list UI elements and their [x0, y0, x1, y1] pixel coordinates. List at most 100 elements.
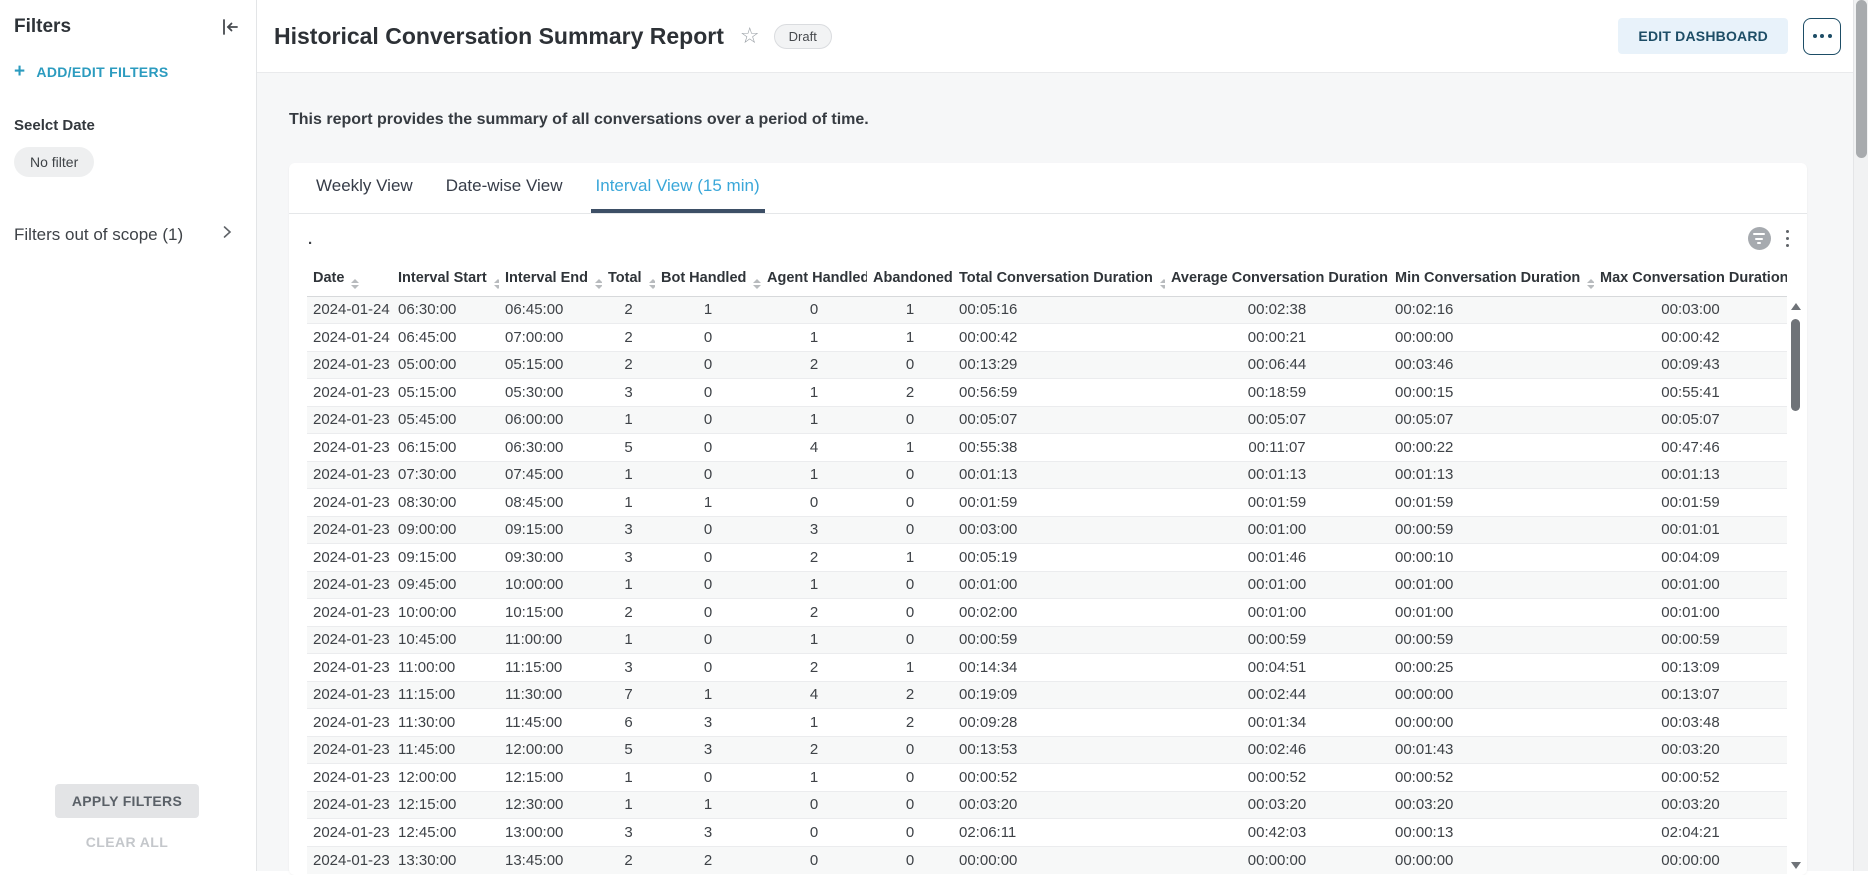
page-title: Historical Conversation Summary Report — [274, 23, 724, 50]
scrollbar-down-icon[interactable] — [1791, 862, 1801, 869]
table-cell: 1 — [602, 764, 655, 792]
table-cell: 00:00:00 — [1165, 846, 1389, 874]
table-cell: 0 — [867, 489, 953, 517]
column-header-min-conversation-duration[interactable]: Min Conversation Duration — [1389, 263, 1594, 296]
table-cell: 00:01:00 — [1594, 599, 1787, 627]
table-cell: 0 — [867, 736, 953, 764]
sort-icon[interactable] — [649, 279, 655, 289]
column-header-abandoned[interactable]: Abandoned — [867, 263, 953, 296]
kebab-menu-icon[interactable] — [1782, 228, 1794, 250]
apply-filters-button[interactable]: APPLY FILTERS — [55, 784, 199, 818]
table-scrollbar-thumb[interactable] — [1791, 319, 1800, 411]
table-cell: 00:03:20 — [1389, 791, 1594, 819]
column-header-total[interactable]: Total — [602, 263, 655, 296]
column-header-average-conversation-duration[interactable]: Average Conversation Duration — [1165, 263, 1389, 296]
column-header-interval-start[interactable]: Interval Start — [392, 263, 499, 296]
table-cell: 00:13:07 — [1594, 681, 1787, 709]
table-cell: 2 — [761, 599, 867, 627]
table-cell: 00:05:07 — [953, 406, 1165, 434]
table-cell: 1 — [602, 461, 655, 489]
table-cell: 05:00:00 — [392, 351, 499, 379]
column-header-date[interactable]: Date — [307, 263, 392, 296]
table-cell: 00:00:22 — [1389, 434, 1594, 462]
collapse-sidebar-icon[interactable] — [220, 17, 240, 37]
table-cell: 12:00:00 — [392, 764, 499, 792]
edit-dashboard-button[interactable]: EDIT DASHBOARD — [1618, 18, 1788, 54]
table-cell: 13:30:00 — [392, 846, 499, 874]
table-row: 2024-01-2307:30:0007:45:00101000:01:1300… — [307, 461, 1787, 489]
table-cell: 09:00:00 — [392, 516, 499, 544]
table-cell: 10:45:00 — [392, 626, 499, 654]
column-label: Agent Handled — [767, 270, 867, 286]
table-cell: 3 — [655, 819, 761, 847]
table-cell: 00:01:59 — [1389, 489, 1594, 517]
sort-icon[interactable] — [1160, 279, 1165, 289]
table-cell: 00:00:21 — [1165, 324, 1389, 352]
column-header-interval-end[interactable]: Interval End — [499, 263, 602, 296]
table-cell: 00:03:00 — [953, 516, 1165, 544]
table-cell: 00:03:20 — [1165, 791, 1389, 819]
clear-all-button[interactable]: CLEAR ALL — [86, 834, 168, 850]
sort-icon[interactable] — [351, 279, 359, 289]
more-options-button[interactable] — [1803, 18, 1841, 55]
table-cell: 00:56:59 — [953, 379, 1165, 407]
filters-out-of-scope-row[interactable]: Filters out of scope (1) — [14, 223, 240, 246]
favorite-star-icon[interactable]: ☆ — [740, 25, 760, 47]
column-header-agent-handled[interactable]: Agent Handled — [761, 263, 867, 296]
column-label: Interval Start — [398, 270, 487, 286]
table-cell: 00:01:00 — [1594, 571, 1787, 599]
window-scrollbar[interactable] — [1853, 0, 1868, 871]
table-row: 2024-01-2308:30:0008:45:00110000:01:5900… — [307, 489, 1787, 517]
table-cell: 1 — [602, 489, 655, 517]
table-cell: 3 — [602, 379, 655, 407]
sort-icon[interactable] — [1587, 279, 1594, 289]
table-cell: 00:00:00 — [1389, 324, 1594, 352]
tab-interval-view-15-min[interactable]: Interval View (15 min) — [591, 163, 765, 213]
tab-weekly-view[interactable]: Weekly View — [311, 163, 418, 213]
table-cell: 00:01:00 — [953, 571, 1165, 599]
table-scrollbar[interactable] — [1789, 297, 1802, 873]
table-cell: 2 — [602, 296, 655, 324]
table-cell: 00:05:07 — [1165, 406, 1389, 434]
sort-icon[interactable] — [595, 279, 602, 289]
filters-sidebar: Filters + ADD/EDIT FILTERS Seelct Date N… — [0, 0, 257, 871]
sort-icon[interactable] — [494, 279, 499, 289]
table-cell: 00:00:25 — [1389, 654, 1594, 682]
table-cell: 09:30:00 — [499, 544, 602, 572]
table-scrollbar-track[interactable] — [1791, 317, 1800, 855]
table-cell: 2 — [761, 654, 867, 682]
table-filter-icon[interactable] — [1748, 227, 1771, 250]
table-cell: 07:30:00 — [392, 461, 499, 489]
scrollbar-up-icon[interactable] — [1791, 303, 1801, 310]
table-cell: 00:02:46 — [1165, 736, 1389, 764]
table-cell: 00:01:00 — [1165, 516, 1389, 544]
window-scrollbar-thumb[interactable] — [1856, 0, 1867, 158]
table-cell: 00:01:34 — [1165, 709, 1389, 737]
table-cell: 2024-01-23 — [307, 379, 392, 407]
sort-icon[interactable] — [753, 279, 761, 289]
table-cell: 06:15:00 — [392, 434, 499, 462]
table-cell: 0 — [655, 434, 761, 462]
chevron-right-icon — [220, 223, 234, 246]
table-cell: 2024-01-23 — [307, 516, 392, 544]
add-edit-filters-button[interactable]: + ADD/EDIT FILTERS — [14, 62, 240, 81]
table-cell: 1 — [867, 324, 953, 352]
tab-date-wise-view[interactable]: Date-wise View — [441, 163, 568, 213]
column-header-max-conversation-duration[interactable]: Max Conversation Duration — [1594, 263, 1787, 296]
table-cell: 6 — [602, 709, 655, 737]
table-cell: 3 — [602, 544, 655, 572]
table-row: 2024-01-2305:00:0005:15:00202000:13:2900… — [307, 351, 1787, 379]
filter-section-label: Seelct Date — [14, 117, 240, 134]
column-header-bot-handled[interactable]: Bot Handled — [655, 263, 761, 296]
column-header-total-conversation-duration[interactable]: Total Conversation Duration — [953, 263, 1165, 296]
date-filter-chip[interactable]: No filter — [14, 147, 94, 177]
table-cell: 2024-01-23 — [307, 846, 392, 874]
table-cell: 08:30:00 — [392, 489, 499, 517]
table-cell: 00:02:44 — [1165, 681, 1389, 709]
table-cell: 2 — [867, 709, 953, 737]
table-cell: 00:00:52 — [1389, 764, 1594, 792]
table-cell: 0 — [867, 846, 953, 874]
table-cell: 13:45:00 — [499, 846, 602, 874]
table-cell: 00:14:34 — [953, 654, 1165, 682]
table-cell: 0 — [867, 571, 953, 599]
